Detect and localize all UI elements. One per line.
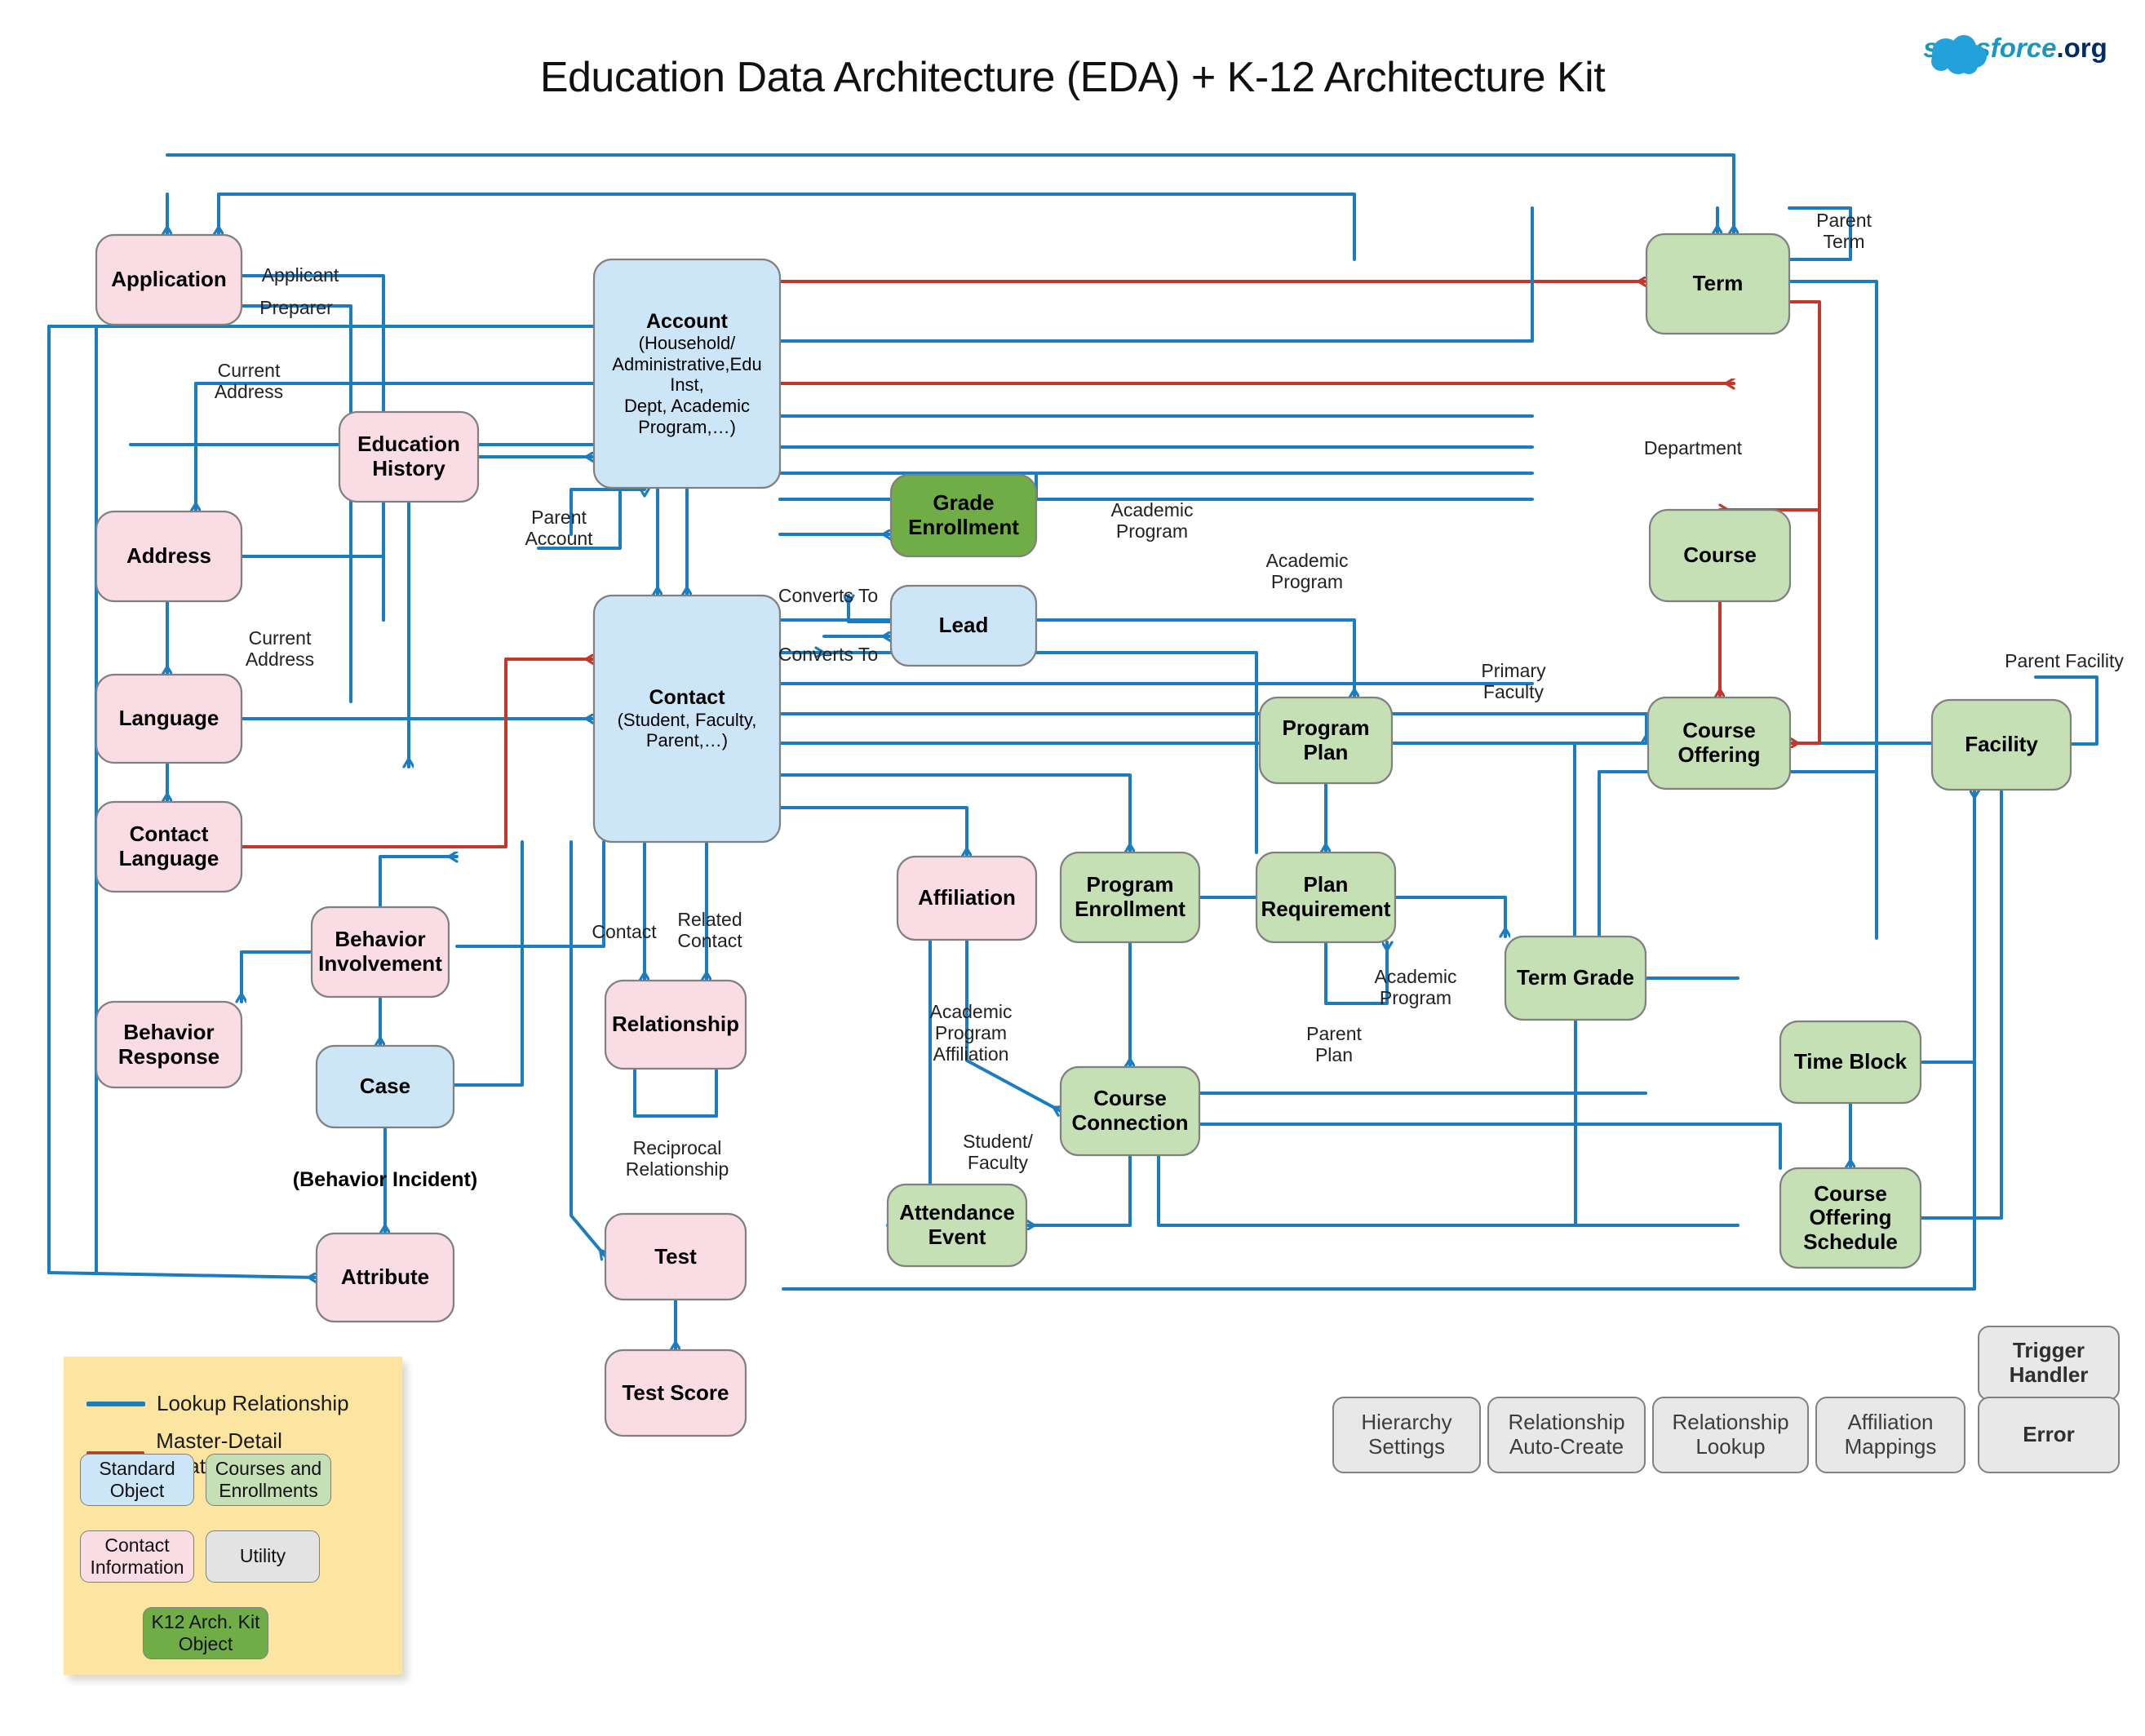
legend-label-lookup: Lookup Relationship	[157, 1391, 349, 1415]
edge-label-academic_program_affiliation: Academic Program Affiliation	[929, 1001, 1013, 1065]
legend-swatch-contact_information: Contact Information	[80, 1530, 194, 1583]
legend-swatch-k12_arch_kit_object: K12 Arch. Kit Object	[143, 1607, 268, 1659]
edge-label-department: Department	[1643, 437, 1743, 458]
edge-label-related_contact: Related Contact	[677, 909, 742, 951]
utility-box-trigger_handler[interactable]: Trigger Handler	[1978, 1326, 2120, 1401]
edge-label-parent_term: Parent Term	[1816, 210, 1872, 252]
legend-swatch-utility: Utility	[206, 1530, 320, 1583]
edge-label-parent_facility: Parent Facility	[2005, 650, 2124, 671]
edge-label-parent_account: Parent Account	[525, 507, 593, 549]
legend-row-lookup: Lookup Relationship	[86, 1391, 349, 1416]
utility-box-relationship_lookup[interactable]: Relationship Lookup	[1652, 1397, 1809, 1473]
legend-panel: Lookup Relationship Master-Detail Relati…	[64, 1357, 402, 1675]
legend-swatch-courses_enrollments: Courses and Enrollments	[206, 1454, 331, 1506]
utility-box-affiliation_mappings[interactable]: Affiliation Mappings	[1815, 1397, 1966, 1473]
edge-label-current_address_mid: Current Address	[245, 627, 315, 670]
edge-label-converts_to_1: Converts To	[778, 585, 879, 606]
edge-label-primary_faculty: Primary Faculty	[1481, 660, 1546, 702]
edge-label-applicant: Applicant	[261, 264, 339, 286]
utility-box-relationship_auto_create[interactable]: Relationship Auto-Create	[1487, 1397, 1646, 1473]
edge-label-converts_to_2: Converts To	[778, 644, 879, 665]
edge-label-academic_program_2: Academic Program	[1265, 550, 1349, 592]
utility-box-error[interactable]: Error	[1978, 1397, 2120, 1473]
edge-label-academic_program_1: Academic Program	[1110, 499, 1194, 542]
edge-label-preparer: Preparer	[259, 297, 333, 318]
edge-label-parent_plan: Parent Plan	[1306, 1023, 1362, 1065]
edge-label-reciprocal_relationship: Reciprocal Relationship	[625, 1137, 729, 1180]
edge-label-current_address_top: Current Address	[214, 360, 284, 402]
edge-label-academic_program_3: Academic Program	[1374, 966, 1457, 1008]
legend-swatch-standard_object: Standard Object	[80, 1454, 194, 1506]
caption-case_caption: (Behavior Incident)	[292, 1168, 478, 1191]
edge-label-student_faculty: Student/ Faculty	[963, 1131, 1033, 1173]
utility-box-hierarchy_settings[interactable]: Hierarchy Settings	[1332, 1397, 1481, 1473]
lookup-line-sample	[86, 1401, 145, 1406]
